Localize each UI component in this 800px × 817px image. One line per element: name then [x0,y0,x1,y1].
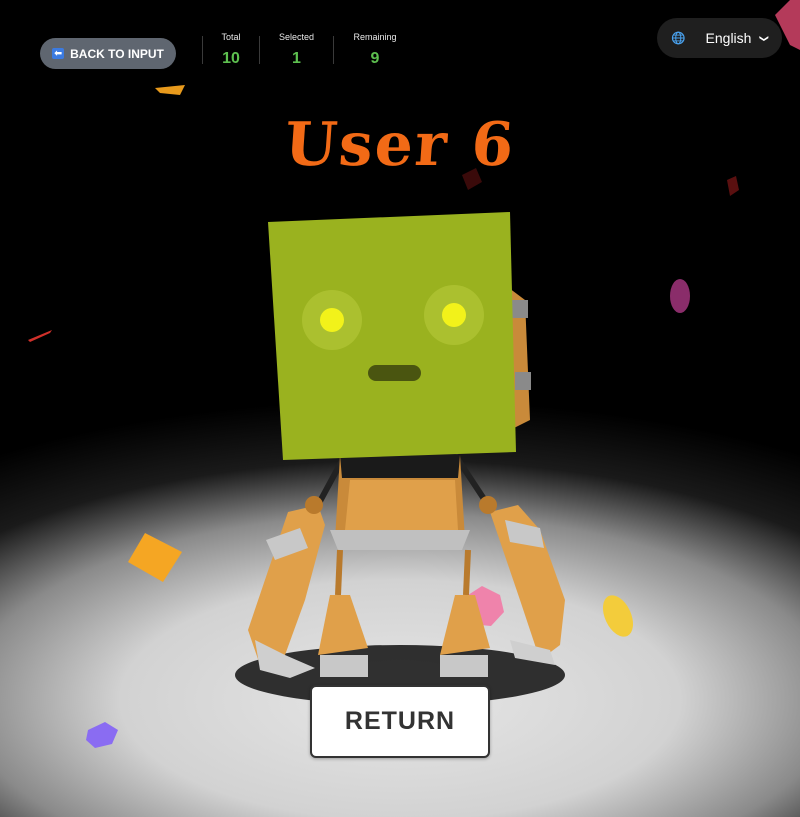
stat-remaining-label: Remaining [353,32,397,42]
robot-eye-left [320,308,344,332]
return-button[interactable]: RETURN [310,685,490,758]
stats-panel: Total 10 Selected 1 Remaining 9 [202,30,416,68]
back-to-input-button[interactable]: ⬅ BACK TO INPUT [40,38,176,69]
globe-icon [671,31,685,45]
language-selector[interactable]: English ❯ [657,18,782,58]
confetti-piece [670,279,690,313]
selected-user-name: User 6 [282,110,518,180]
stat-total: Total 10 [203,30,259,68]
back-to-input-label: BACK TO INPUT [70,46,164,61]
confetti-piece [602,595,634,637]
chevron-down-icon: ❯ [759,34,770,42]
stat-remaining: Remaining 9 [334,30,416,68]
robot-mouth [368,365,421,381]
stat-total-value: 10 [222,50,240,67]
robot-head [268,212,516,460]
robot-right-arm [479,496,565,665]
stat-remaining-value: 9 [370,50,380,67]
confetti-piece [155,85,185,95]
robot-eye-right [442,303,466,327]
stat-total-label: Total [221,32,241,42]
robot-body [330,455,470,550]
stat-selected-value: 1 [292,50,301,67]
stat-selected-label: Selected [278,32,315,42]
confetti-piece [128,533,182,582]
stat-selected: Selected 1 [260,30,333,68]
confetti-piece [86,722,118,748]
language-label: English [705,30,752,46]
back-arrow-icon: ⬅ [52,48,65,59]
confetti-piece [28,330,52,342]
